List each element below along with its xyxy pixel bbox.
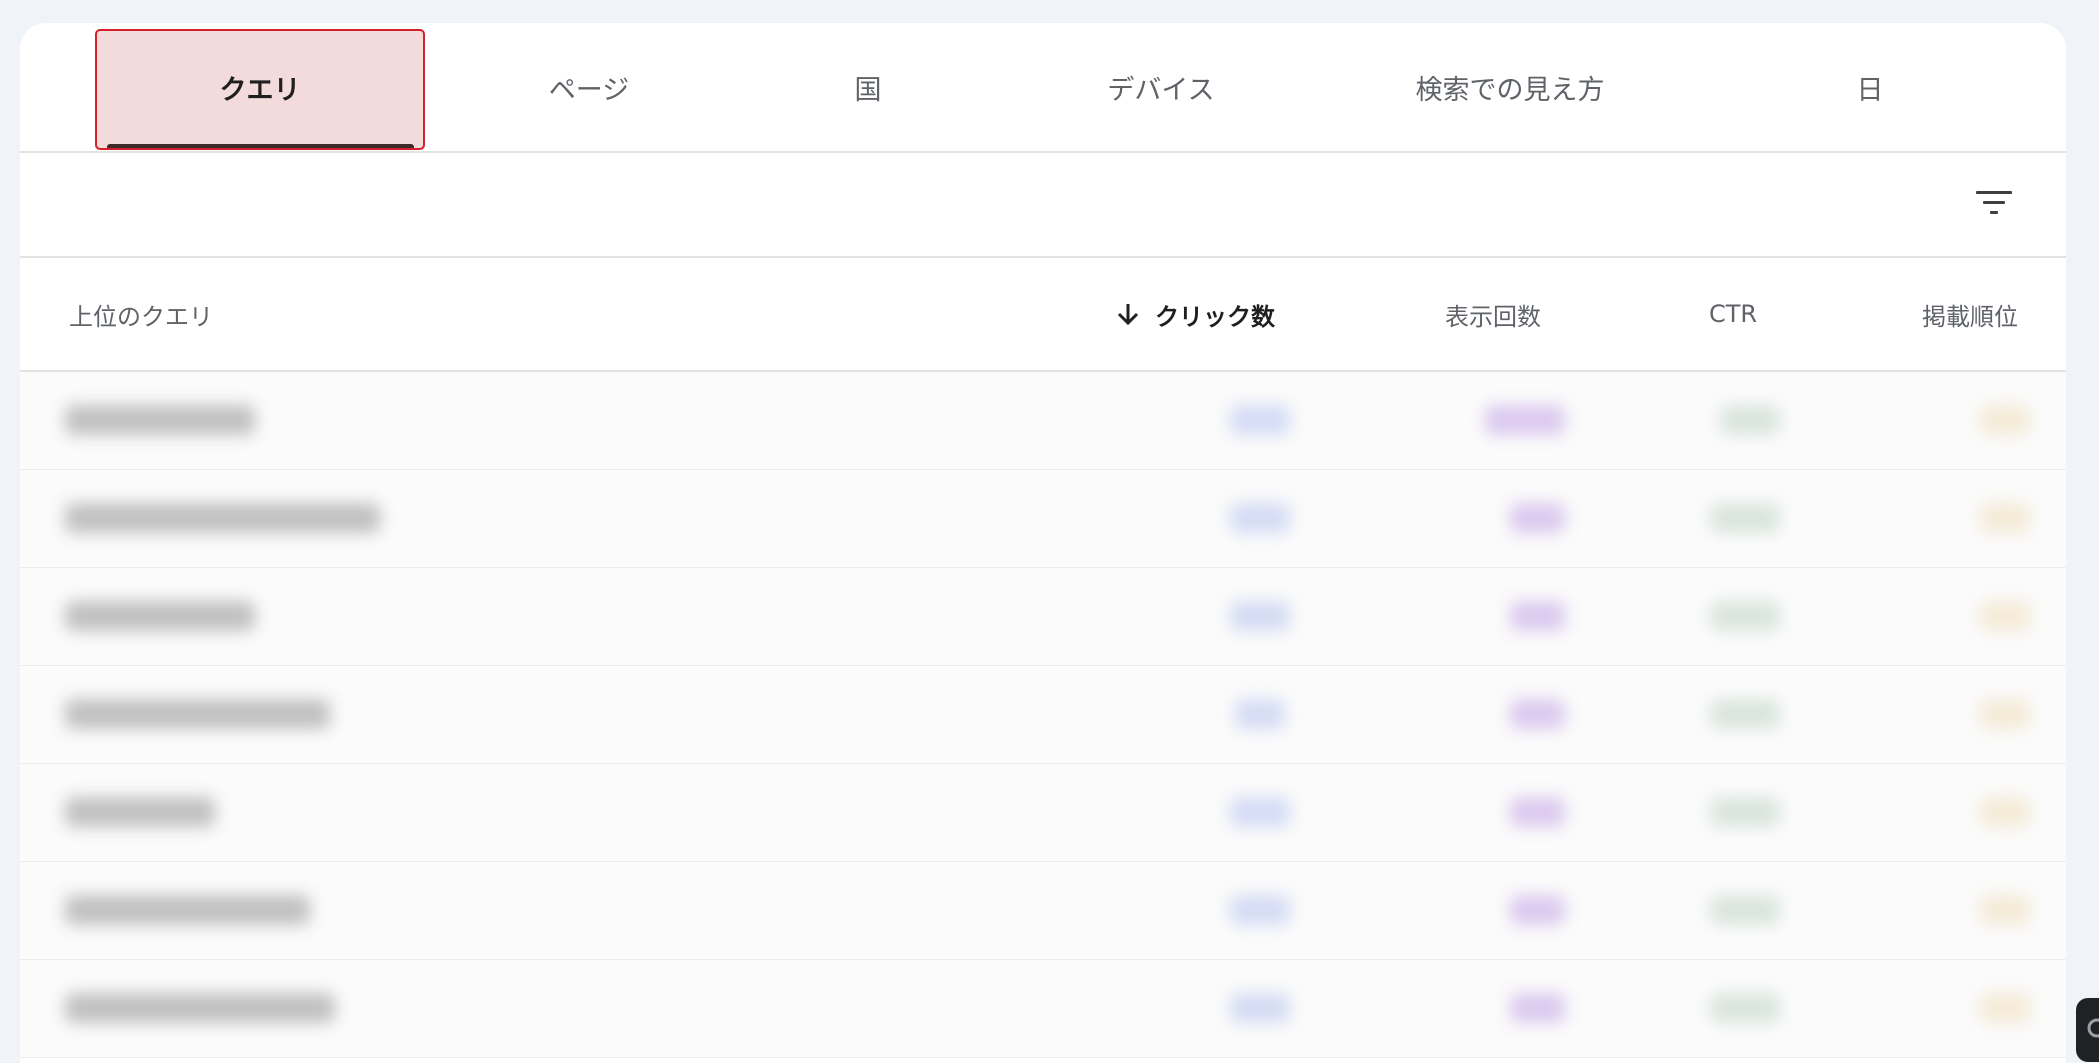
- table-row[interactable]: [20, 960, 2066, 1058]
- table-row[interactable]: [20, 372, 2066, 470]
- floating-widget[interactable]: [2076, 998, 2099, 1062]
- search-icon: [2087, 1018, 2099, 1038]
- filter-list-icon[interactable]: [1974, 183, 2014, 223]
- column-header-ctr[interactable]: CTR: [1709, 258, 1757, 370]
- blurred-query: [65, 993, 335, 1023]
- column-header-label: 上位のクエリ: [69, 302, 213, 331]
- column-header-label: クリック数: [1155, 302, 1275, 331]
- blurred-impressions: [1510, 895, 1565, 925]
- blurred-impressions: [1510, 993, 1565, 1023]
- blurred-impressions: [1510, 503, 1565, 533]
- blurred-position: [1980, 699, 2030, 729]
- tab-search-appearance[interactable]: 検索での見え方: [1320, 23, 1700, 151]
- table-toolbar: [20, 153, 2066, 258]
- column-header-queries[interactable]: 上位のクエリ: [69, 258, 213, 370]
- table-row[interactable]: [20, 568, 2066, 666]
- blurred-position: [1980, 405, 2030, 435]
- performance-table-card: クエリ ページ 国 デバイス 検索での見え方 日 上位のクエリ クリック数 表示…: [20, 23, 2066, 1063]
- blurred-ctr: [1710, 699, 1780, 729]
- blurred-impressions: [1510, 797, 1565, 827]
- tab-pages[interactable]: ページ: [456, 23, 722, 151]
- blurred-clicks: [1235, 699, 1285, 729]
- tab-label: 検索での見え方: [1415, 74, 1605, 106]
- blurred-query: [65, 895, 310, 925]
- blurred-impressions: [1485, 405, 1565, 435]
- tab-label: ページ: [548, 74, 630, 106]
- blurred-clicks: [1230, 601, 1290, 631]
- column-header-label: 掲載順位: [1922, 302, 2018, 331]
- blurred-position: [1980, 797, 2030, 827]
- dimension-tabs: クエリ ページ 国 デバイス 検索での見え方 日: [20, 23, 2066, 153]
- blurred-position: [1980, 993, 2030, 1023]
- tab-label: 国: [854, 74, 882, 106]
- blurred-clicks: [1230, 503, 1290, 533]
- arrow-down-icon: [1117, 304, 1139, 326]
- tab-countries[interactable]: 国: [736, 23, 1000, 151]
- blurred-ctr: [1710, 601, 1780, 631]
- blurred-query: [65, 699, 330, 729]
- blurred-clicks: [1230, 797, 1290, 827]
- blurred-clicks: [1230, 993, 1290, 1023]
- table-body: [20, 372, 2066, 1058]
- tab-dates[interactable]: 日: [1720, 23, 2020, 151]
- blurred-query: [65, 503, 380, 533]
- table-header: 上位のクエリ クリック数 表示回数 CTR 掲載順位: [20, 258, 2066, 372]
- tab-label: 日: [1856, 74, 1884, 106]
- blurred-impressions: [1510, 699, 1565, 729]
- column-header-position[interactable]: 掲載順位: [1922, 258, 2018, 370]
- tab-devices[interactable]: デバイス: [1018, 23, 1304, 151]
- blurred-query: [65, 797, 215, 827]
- blurred-impressions: [1510, 601, 1565, 631]
- blurred-clicks: [1230, 405, 1290, 435]
- blurred-position: [1980, 895, 2030, 925]
- blurred-position: [1980, 601, 2030, 631]
- blurred-ctr: [1710, 797, 1780, 827]
- table-row[interactable]: [20, 764, 2066, 862]
- table-row[interactable]: [20, 470, 2066, 568]
- blurred-ctr: [1720, 405, 1780, 435]
- active-tab-indicator: [107, 144, 414, 148]
- column-header-clicks[interactable]: クリック数: [1115, 258, 1275, 370]
- tab-label: クエリ: [219, 74, 301, 106]
- blurred-ctr: [1710, 503, 1780, 533]
- tab-label: デバイス: [1107, 74, 1215, 106]
- column-header-label: 表示回数: [1445, 302, 1541, 331]
- table-row[interactable]: [20, 666, 2066, 764]
- blurred-ctr: [1710, 993, 1780, 1023]
- column-header-label: CTR: [1709, 300, 1758, 328]
- column-header-impressions[interactable]: 表示回数: [1445, 258, 1541, 370]
- table-row[interactable]: [20, 862, 2066, 960]
- blurred-position: [1980, 503, 2030, 533]
- blurred-clicks: [1230, 895, 1290, 925]
- blurred-query: [65, 601, 255, 631]
- tab-queries[interactable]: クエリ: [95, 23, 425, 151]
- blurred-query: [65, 405, 255, 435]
- blurred-ctr: [1710, 895, 1780, 925]
